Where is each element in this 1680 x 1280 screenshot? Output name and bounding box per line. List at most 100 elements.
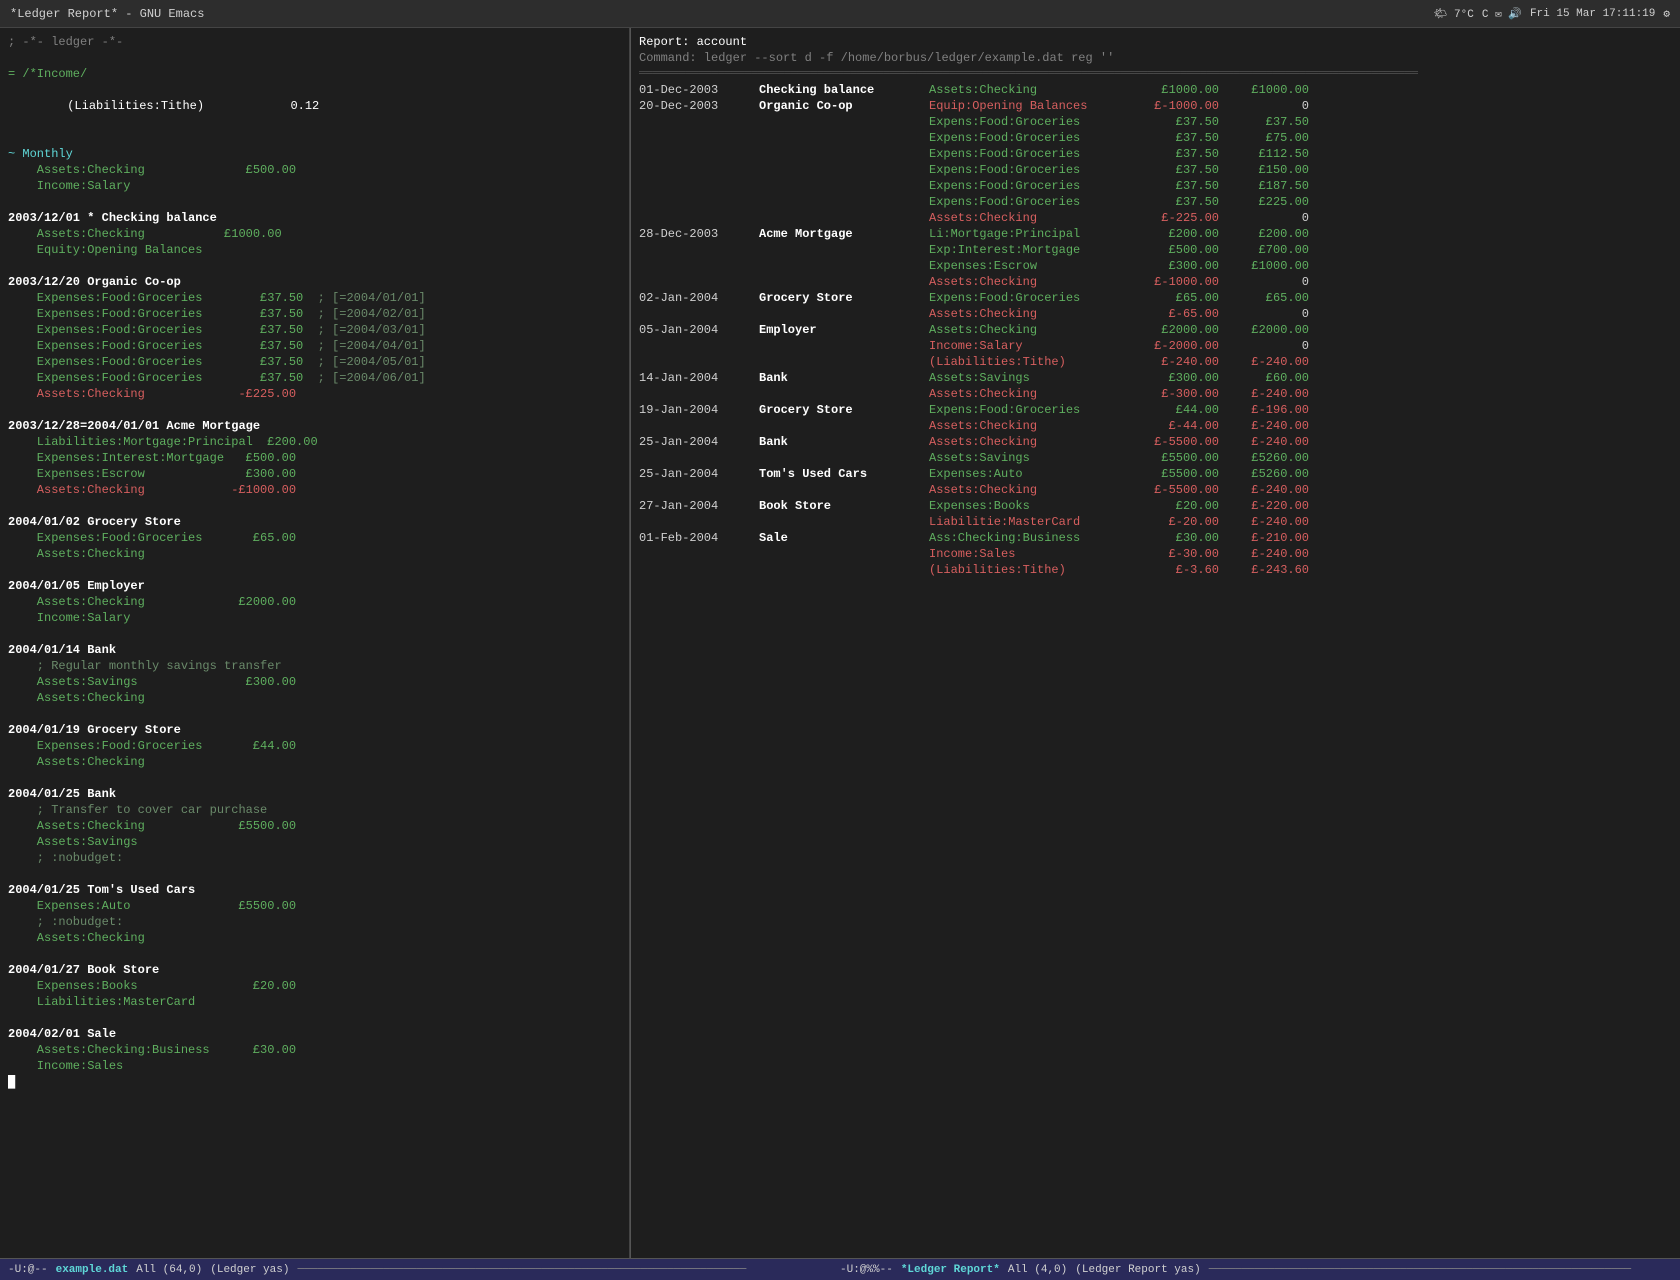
report-row-11-1: Income:Sales £-30.00 £-240.00 [639, 546, 1672, 562]
right-mode2: (Ledger Report yas) [1075, 1264, 1200, 1276]
blank6 [8, 562, 621, 578]
txn-20040125-checking: Assets:Checking £5500.00 [8, 818, 621, 834]
right-position: All (4,0) [1008, 1264, 1067, 1276]
txn-20040119-checking: Assets:Checking [8, 754, 621, 770]
txn-20040125-bank: 2004/01/25 Bank [8, 786, 621, 802]
report-row-11-2: (Liabilities:Tithe) £-3.60 £-243.60 [639, 562, 1672, 578]
left-position: All (64,0) [136, 1264, 202, 1276]
report-row-11-header: 01-Feb-2004 Sale Ass:Checking:Business £… [639, 530, 1672, 546]
report-row-2-5: Expens:Food:Groceries £37.50 £187.50 [639, 178, 1672, 194]
right-dashes: ────────────────────────────────────────… [1209, 1264, 1631, 1276]
left-pane[interactable]: ; -*- ledger -*- = /*Income/ (Liabilitie… [0, 28, 630, 1258]
left-mode: -U:@-- [8, 1264, 48, 1276]
blank2 [8, 194, 621, 210]
blank4 [8, 402, 621, 418]
report-command: Command: ledger --sort d -f /home/borbus… [639, 50, 1672, 66]
report-divider: ════════════════════════════════════════… [639, 66, 1672, 82]
system-icons: C ✉ 🔊 [1482, 7, 1522, 21]
settings-icon[interactable]: ⚙ [1663, 7, 1670, 21]
txn-20031228-checking: Assets:Checking -£1000.00 [8, 482, 621, 498]
txn-20040125-cars-nobudget: ; :nobudget: [8, 914, 621, 930]
report-row-2-1: Expens:Food:Groceries £37.50 £37.50 [639, 114, 1672, 130]
blank5 [8, 498, 621, 514]
blank3 [8, 258, 621, 274]
txn-20031220: 2003/12/20 Organic Co-op [8, 274, 621, 290]
txn-20040125-cars-checking: Assets:Checking [8, 930, 621, 946]
statusbar-left: -U:@-- example.dat All (64,0) (Ledger ya… [8, 1264, 840, 1276]
txn-20040114-checking: Assets:Checking [8, 690, 621, 706]
report-row-3-1: Exp:Interest:Mortgage £500.00 £700.00 [639, 242, 1672, 258]
assets-checking-periodic: Assets:Checking £500.00 [8, 162, 621, 178]
blank10 [8, 866, 621, 882]
report-row-10-header: 27-Jan-2004 Book Store Expenses:Books £2… [639, 498, 1672, 514]
txn-20031220-groceries5: Expenses:Food:Groceries £37.50 ; [=2004/… [8, 354, 621, 370]
txn-20031201-equity: Equity:Opening Balances [8, 242, 621, 258]
txn-20040125-cars: 2004/01/25 Tom's Used Cars [8, 882, 621, 898]
report-row-5-2: (Liabilities:Tithe) £-240.00 £-240.00 [639, 354, 1672, 370]
report-row-7-header: 19-Jan-2004 Grocery Store Expens:Food:Gr… [639, 402, 1672, 418]
statusbar: -U:@-- example.dat All (64,0) (Ledger ya… [0, 1258, 1680, 1280]
report-row-2-2: Expens:Food:Groceries £37.50 £75.00 [639, 130, 1672, 146]
monthly-periodic: ~ Monthly [8, 146, 621, 162]
report-row-2-3: Expens:Food:Groceries £37.50 £112.50 [639, 146, 1672, 162]
report-row-9-header: 25-Jan-2004 Tom's Used Cars Expenses:Aut… [639, 466, 1672, 482]
report-row-2-6: Expens:Food:Groceries £37.50 £225.00 [639, 194, 1672, 210]
txn-20040201: 2004/02/01 Sale [8, 1026, 621, 1042]
txn-20040127-mastercard: Liabilities:MasterCard [8, 994, 621, 1010]
titlebar-right: 🌤 7°C C ✉ 🔊 Fri 15 Mar 17:11:19 ⚙ [1433, 7, 1670, 21]
left-blank-1 [8, 50, 621, 66]
report-row-5-header: 05-Jan-2004 Employer Assets:Checking £20… [639, 322, 1672, 338]
txn-20031201-checking: Assets:Checking £1000.00 [8, 226, 621, 242]
left-mode2: (Ledger yas) [210, 1264, 289, 1276]
txn-20040125-bank-comment: ; Transfer to cover car purchase [8, 802, 621, 818]
txn-20040127: 2004/01/27 Book Store [8, 962, 621, 978]
txn-20040102: 2004/01/02 Grocery Store [8, 514, 621, 530]
left-header-comment: ; -*- ledger -*- [8, 34, 621, 50]
txn-20040114-comment: ; Regular monthly savings transfer [8, 658, 621, 674]
txn-20040102-checking: Assets:Checking [8, 546, 621, 562]
main-container: ; -*- ledger -*- = /*Income/ (Liabilitie… [0, 28, 1680, 1258]
statusbar-right: -U:@%%-- *Ledger Report* All (4,0) (Ledg… [840, 1264, 1672, 1276]
report-row-8-header: 25-Jan-2004 Bank Assets:Checking £-5500.… [639, 434, 1672, 450]
report-row-2-header: 20-Dec-2003 Organic Co-op Equip:Opening … [639, 98, 1672, 114]
txn-20031220-checking: Assets:Checking -£225.00 [8, 386, 621, 402]
right-mode: -U:@%%-- [840, 1264, 893, 1276]
txn-20040119-groceries: Expenses:Food:Groceries £44.00 [8, 738, 621, 754]
report-row-6-header: 14-Jan-2004 Bank Assets:Savings £300.00 … [639, 370, 1672, 386]
txn-20040119: 2004/01/19 Grocery Store [8, 722, 621, 738]
txn-20040102-groceries: Expenses:Food:Groceries £65.00 [8, 530, 621, 546]
left-filename: example.dat [56, 1264, 129, 1276]
report-row-4-1: Assets:Checking £-65.00 0 [639, 306, 1672, 322]
txn-20031220-groceries3: Expenses:Food:Groceries £37.50 ; [=2004/… [8, 322, 621, 338]
txn-20040125-auto: Expenses:Auto £5500.00 [8, 898, 621, 914]
txn-20031220-groceries2: Expenses:Food:Groceries £37.50 ; [=2004/… [8, 306, 621, 322]
left-dashes: ────────────────────────────────────────… [297, 1264, 746, 1276]
report-row-5-1: Income:Salary £-2000.00 0 [639, 338, 1672, 354]
txn-20040125-nobudget: ; :nobudget: [8, 850, 621, 866]
clock: Fri 15 Mar 17:11:19 [1530, 8, 1655, 20]
txn-20040201-checking-business: Assets:Checking:Business £30.00 [8, 1042, 621, 1058]
txn-20031228-escrow: Expenses:Escrow £300.00 [8, 466, 621, 482]
report-row-10-1: Liabilitie:MasterCard £-20.00 £-240.00 [639, 514, 1672, 530]
report-row-4-header: 02-Jan-2004 Grocery Store Expens:Food:Gr… [639, 290, 1672, 306]
blank7 [8, 626, 621, 642]
liabilities-tithe-line: (Liabilities:Tithe) 0.12 [8, 82, 621, 130]
titlebar: *Ledger Report* - GNU Emacs 🌤 7°C C ✉ 🔊 … [0, 0, 1680, 28]
txn-20031228-interest: Expenses:Interest:Mortgage £500.00 [8, 450, 621, 466]
cursor-line: █ [8, 1074, 621, 1090]
income-folder: = /*Income/ [8, 66, 621, 82]
right-pane[interactable]: Report: account Command: ledger --sort d… [631, 28, 1680, 1258]
report-row-2-7: Assets:Checking £-225.00 0 [639, 210, 1672, 226]
report-row-8-1: Assets:Savings £5500.00 £5260.00 [639, 450, 1672, 466]
report-row-2-4: Expens:Food:Groceries £37.50 £150.00 [639, 162, 1672, 178]
window-title: *Ledger Report* - GNU Emacs [10, 7, 204, 21]
txn-20040125-savings: Assets:Savings [8, 834, 621, 850]
txn-20031220-groceries4: Expenses:Food:Groceries £37.50 ; [=2004/… [8, 338, 621, 354]
report-row-3-header: 28-Dec-2003 Acme Mortgage Li:Mortgage:Pr… [639, 226, 1672, 242]
report-row-7-1: Assets:Checking £-44.00 £-240.00 [639, 418, 1672, 434]
txn-20031220-groceries1: Expenses:Food:Groceries £37.50 ; [=2004/… [8, 290, 621, 306]
txn-20031228-mortgage: Liabilities:Mortgage:Principal £200.00 [8, 434, 621, 450]
txn-20040105: 2004/01/05 Employer [8, 578, 621, 594]
blank12 [8, 1010, 621, 1026]
txn-20040201-sales: Income:Sales [8, 1058, 621, 1074]
